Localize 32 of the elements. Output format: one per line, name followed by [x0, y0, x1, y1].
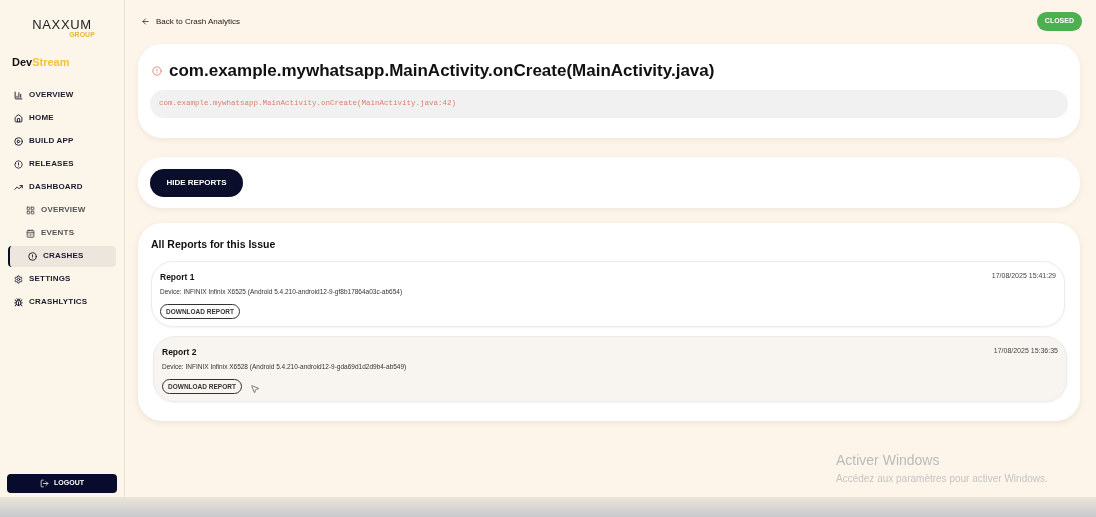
- brand-name: DevStream: [12, 55, 71, 70]
- back-arrow-icon: [141, 17, 150, 26]
- chart-icon: [14, 90, 23, 100]
- reports-heading: All Reports for this Issue: [151, 236, 277, 252]
- activation-title: Activer Windows: [836, 451, 941, 470]
- logout-icon: [40, 479, 49, 488]
- report-title: Report 2: [162, 346, 197, 359]
- calendar-icon: [26, 228, 35, 238]
- sidebar-item[interactable]: DASHBOARD: [0, 176, 116, 198]
- report-title: Report 1: [160, 271, 195, 284]
- sidebar-item[interactable]: CRASHLYTICS: [0, 291, 116, 313]
- badge-icon: [14, 159, 23, 169]
- sidebar-item[interactable]: CRASHES: [8, 245, 116, 267]
- sidebar-item[interactable]: EVENTS: [8, 222, 116, 244]
- sidebar-item[interactable]: HOME: [0, 107, 116, 129]
- grid-icon: [26, 205, 35, 215]
- sidebar-item[interactable]: SETTINGS: [0, 268, 116, 290]
- sidebar-item[interactable]: RELEASES: [0, 153, 116, 175]
- trend-icon: [14, 182, 23, 192]
- logo-text: NAXXUM: [32, 18, 92, 31]
- hide-reports-button[interactable]: HIDE REPORTS: [150, 168, 243, 197]
- settings-icon: [14, 274, 23, 284]
- error-icon: [152, 65, 162, 76]
- sidebar-item[interactable]: OVERVIEW: [0, 84, 116, 106]
- cursor-icon: [250, 384, 260, 395]
- back-link[interactable]: Back to Crash Analytics: [141, 15, 241, 28]
- home-icon: [14, 113, 23, 123]
- sidebar-item[interactable]: OVERVIEW: [8, 199, 116, 221]
- issue-title: com.example.mywhatsapp.MainActivity.onCreate(MainActivity.java): [169, 60, 715, 82]
- sidebar-item[interactable]: BUILD APP: [0, 130, 116, 152]
- bug-icon: [14, 297, 23, 307]
- alert-icon: [28, 251, 37, 261]
